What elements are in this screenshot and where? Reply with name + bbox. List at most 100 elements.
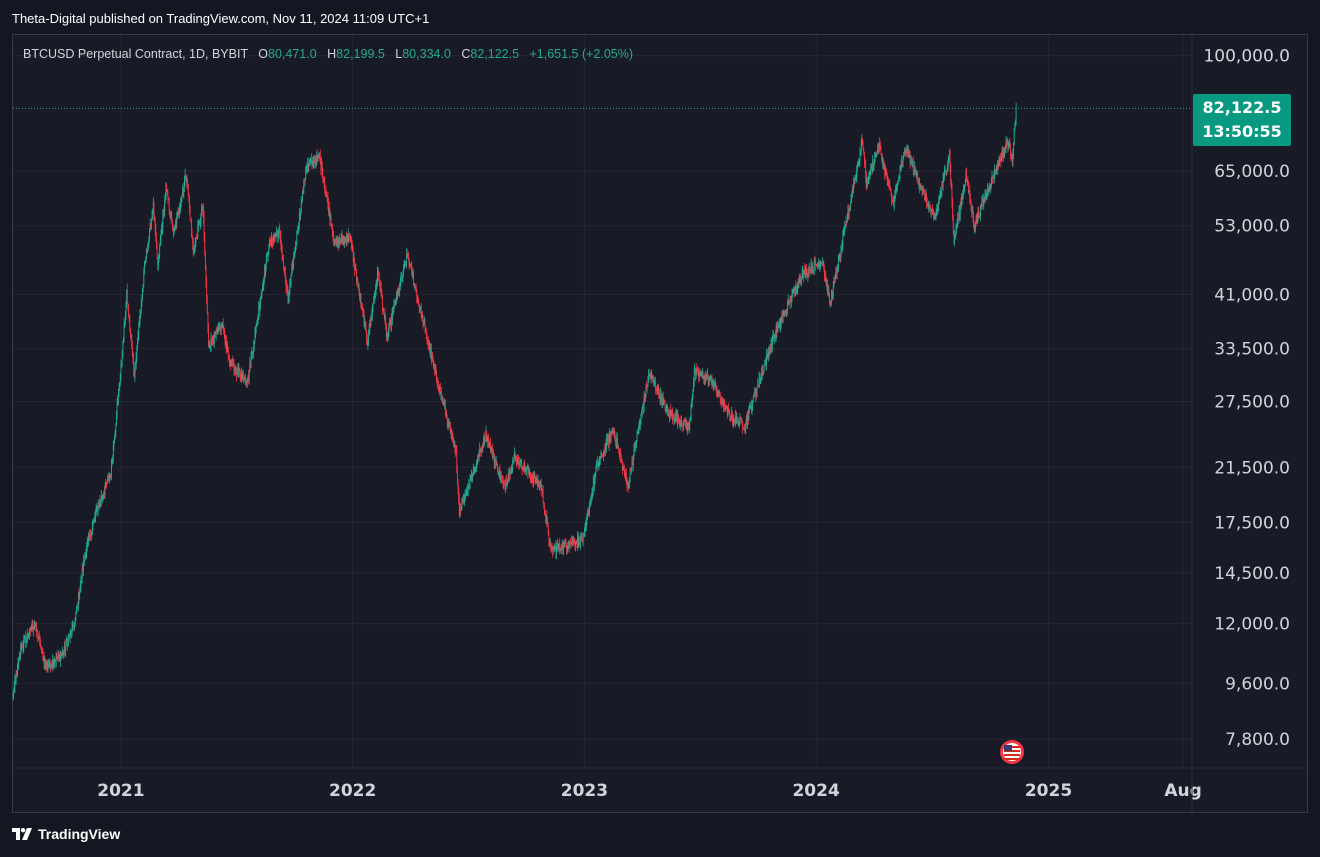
- tradingview-icon: [12, 828, 32, 840]
- us-flag-event-icon[interactable]: [1000, 740, 1024, 764]
- candle-body: [756, 387, 758, 394]
- candle-body: [693, 371, 695, 381]
- candle-body: [293, 258, 295, 268]
- x-tick-label: 2022: [329, 781, 376, 801]
- up-candle: [944, 164, 946, 176]
- y-tick-label: 41,000.0: [1214, 285, 1290, 305]
- y-tick-label: 27,500.0: [1214, 392, 1290, 412]
- down-candle: [542, 485, 544, 504]
- down-candle: [156, 241, 158, 259]
- candle-body: [636, 433, 638, 442]
- candle-body: [133, 358, 135, 370]
- candle-body: [742, 422, 743, 428]
- flag-stripe: [1004, 758, 1020, 760]
- candle-body: [65, 646, 67, 651]
- change-value: +1,651.5 (+2.05%): [529, 47, 634, 61]
- y-tick-label: 17,500.0: [1214, 514, 1290, 534]
- candle-body: [542, 491, 544, 503]
- candle-body: [842, 235, 844, 246]
- y-tick-label: 12,000.0: [1214, 615, 1290, 635]
- candle-body: [116, 404, 118, 418]
- x-tick-label: Aug: [1164, 781, 1201, 801]
- last-price-tag: 82,122.5 13:50:55: [1193, 94, 1291, 146]
- open-label: O: [258, 47, 269, 61]
- candle-body: [1015, 108, 1017, 121]
- flag-canton: [1004, 745, 1012, 751]
- candle-body: [24, 637, 25, 640]
- candle-body: [664, 401, 666, 407]
- down-candle: [559, 538, 561, 555]
- candle-body: [151, 220, 152, 229]
- candle-body: [206, 298, 208, 312]
- candle-body: [978, 212, 980, 216]
- candle-body: [248, 371, 250, 380]
- candle-body: [752, 402, 754, 406]
- down-candle: [578, 536, 580, 548]
- up-candle: [300, 195, 302, 214]
- y-tick-label: 100,000.0: [1203, 47, 1290, 67]
- open-value: 80,471.0: [268, 47, 317, 61]
- candle-body: [83, 560, 84, 571]
- up-candle: [65, 645, 67, 658]
- y-tick-label: 21,500.0: [1214, 458, 1290, 478]
- candle-body: [737, 417, 738, 423]
- candle-body: [914, 166, 916, 170]
- y-tick-label: 9,600.0: [1225, 674, 1290, 694]
- tradingview-logo[interactable]: TradingView: [12, 826, 120, 842]
- candle-body: [559, 542, 561, 549]
- candle-body: [719, 393, 721, 399]
- candle-body: [521, 459, 522, 467]
- axes: 100,000.0 65,000.0 53,000.0 41,000.0 33,500.…: [13, 35, 1307, 812]
- candle-body: [897, 181, 899, 183]
- candle-body: [975, 223, 976, 228]
- candle-body: [250, 357, 252, 368]
- candle-body: [621, 458, 623, 462]
- price-chart[interactable]: 100,000.0 65,000.0 53,000.0 41,000.0 33,500.…: [0, 0, 1320, 857]
- up-candle: [1015, 102, 1017, 126]
- up-candle: [512, 457, 514, 473]
- up-candle: [636, 428, 638, 443]
- candle-body: [752, 395, 754, 403]
- y-tick-label: 7,800.0: [1225, 730, 1290, 750]
- candle-body: [13, 692, 15, 694]
- bar-countdown: 13:50:55: [1202, 122, 1282, 141]
- candle-body: [368, 335, 369, 340]
- candle-body: [889, 184, 891, 187]
- up-candle: [752, 395, 754, 403]
- candle-body: [260, 299, 262, 304]
- candle-body: [152, 213, 154, 217]
- down-candle: [189, 204, 191, 220]
- candle-body: [828, 290, 830, 293]
- candle-body: [159, 245, 161, 257]
- candle-body: [191, 231, 193, 237]
- up-candle: [83, 554, 84, 577]
- candle-body: [171, 214, 173, 220]
- candle-body: [952, 216, 954, 232]
- down-candle: [880, 145, 882, 155]
- candle-body: [305, 172, 307, 179]
- y-tick-label: 65,000.0: [1214, 162, 1290, 182]
- down-candle: [126, 283, 128, 305]
- candle-body: [636, 441, 637, 446]
- candle-body: [300, 213, 302, 217]
- up-candle: [756, 387, 758, 398]
- down-candle: [128, 304, 129, 318]
- candle-body: [227, 347, 229, 357]
- candle-body: [204, 235, 206, 253]
- candle-body: [595, 468, 597, 474]
- x-tick-label: 2025: [1025, 781, 1072, 801]
- down-candle: [681, 421, 683, 433]
- candle-body: [156, 246, 158, 259]
- high-label: H: [327, 47, 337, 61]
- close-value: 82,122.5: [470, 47, 520, 61]
- up-candle: [844, 220, 846, 236]
- low-value: 80,334.0: [402, 47, 451, 61]
- candle-body: [629, 470, 631, 479]
- down-candle: [171, 210, 173, 220]
- footer-brand: TradingView: [38, 826, 121, 842]
- candle-body: [235, 367, 237, 375]
- symbol-label[interactable]: BTCUSD Perpetual Contract, 1D, BYBIT: [23, 47, 248, 61]
- candle-body: [189, 208, 191, 220]
- candle-body: [144, 266, 145, 273]
- down-candle: [206, 294, 208, 315]
